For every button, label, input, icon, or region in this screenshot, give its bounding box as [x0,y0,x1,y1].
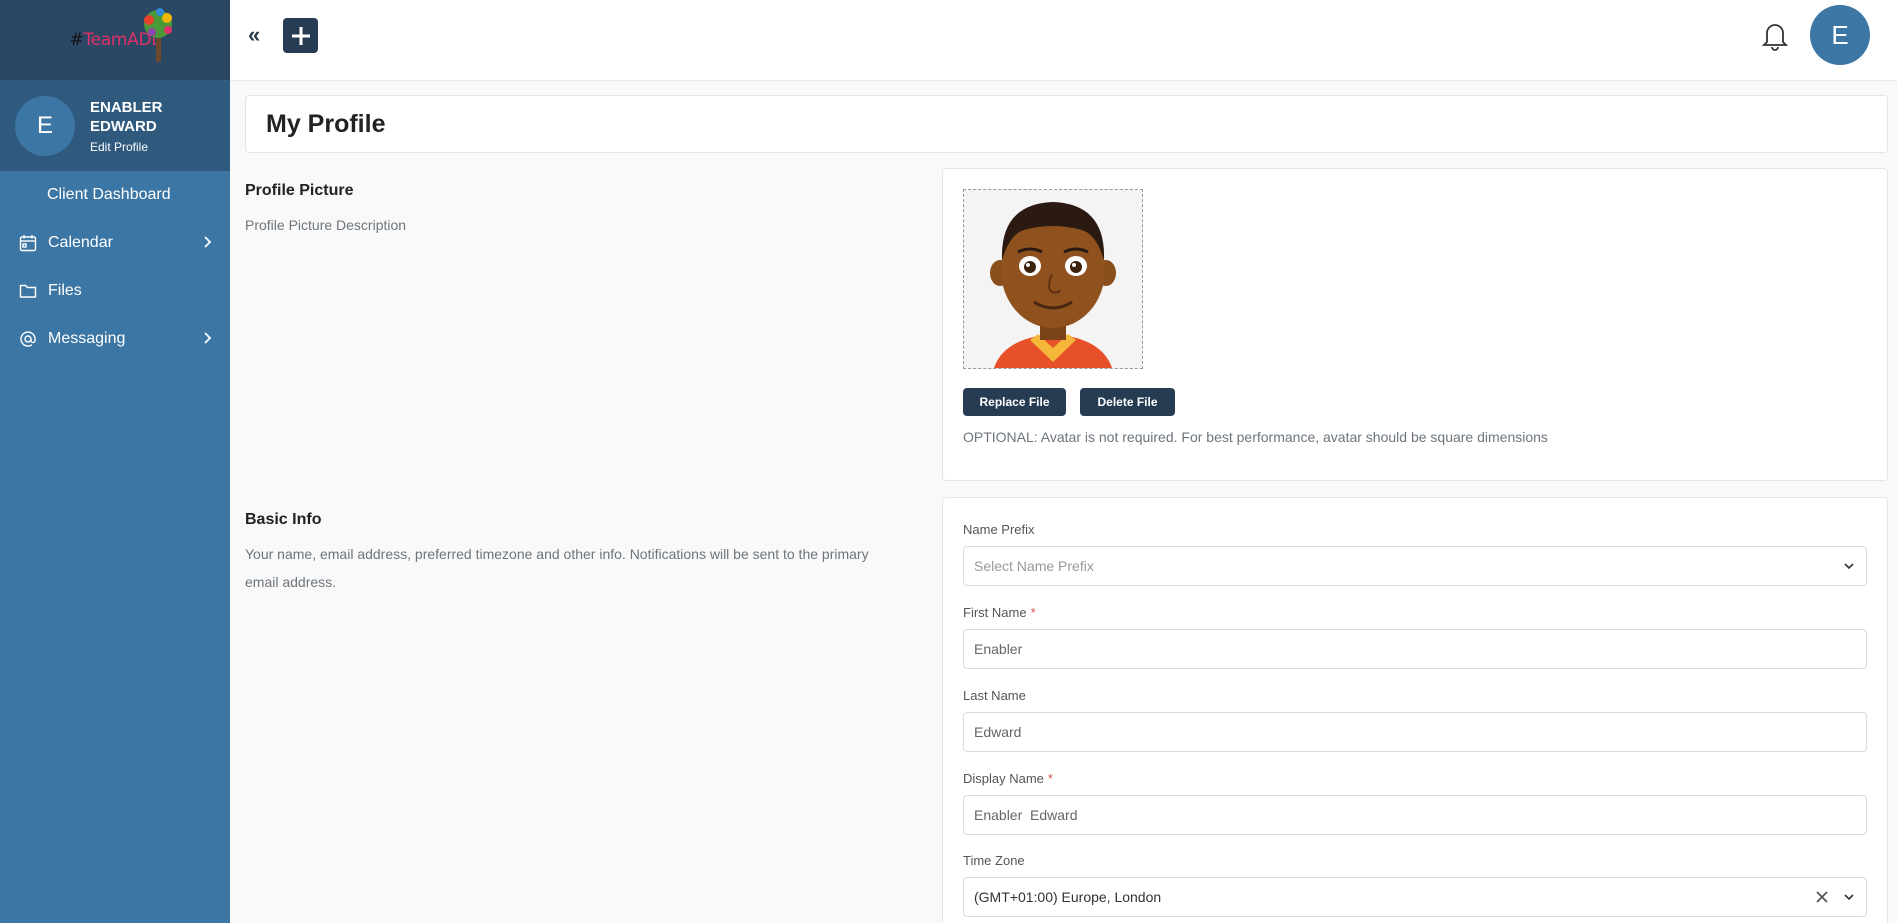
first-name-field[interactable]: Enabler [963,629,1867,669]
display-name-label: Display Name * [963,771,1053,786]
time-zone-select[interactable]: (GMT+01:00) Europe, London [963,877,1867,917]
sidebar-nav: Client Dashboard Calendar Files Messagin… [0,171,230,363]
profile-picture-description: Profile Picture Description [245,217,407,233]
sidebar-item-calendar[interactable]: Calendar [0,219,230,267]
avatar[interactable]: E [15,95,75,156]
chevron-right-icon [202,235,212,254]
folder-icon [18,281,38,301]
page-title-card: My Profile [245,95,1888,153]
basic-info-heading: Basic Info [245,511,322,528]
sidebar-item-files[interactable]: Files [0,267,230,315]
first-name-label: First Name * [963,605,1036,620]
notifications-button[interactable] [1760,20,1790,57]
sidebar-item-label: Files [48,282,82,299]
basic-info-description: Your name, email address, preferred time… [245,546,869,590]
display-name-field[interactable]: Enabler Edward [963,795,1867,835]
replace-file-button[interactable]: Replace File [963,388,1066,416]
bell-icon [1761,24,1789,51]
last-name-field[interactable]: Edward [963,712,1867,752]
collapse-sidebar-button[interactable]: « [248,22,260,48]
time-zone-label: Time Zone [963,853,1025,868]
basic-info-card: Name Prefix Select Name Prefix First Nam… [942,497,1888,923]
sidebar-item-label: Messaging [48,330,126,347]
required-marker: * [1030,605,1036,620]
name-prefix-label: Name Prefix [963,522,1035,537]
sidebar-item-label: Client Dashboard [47,186,171,203]
name-prefix-select[interactable]: Select Name Prefix [963,546,1867,586]
brand-logo[interactable]: #TeamADL [0,0,230,80]
plus-icon [291,26,310,45]
profile-picture-card: Replace File Delete File OPTIONAL: Avata… [942,168,1888,481]
profile-picture-heading: Profile Picture [245,182,354,199]
delete-file-button[interactable]: Delete File [1080,388,1175,416]
first-name-value: Enabler [974,641,1023,657]
user-avatar-button[interactable]: E [1810,5,1870,65]
name-prefix-placeholder: Select Name Prefix [974,558,1094,574]
sidebar-item-client-dashboard[interactable]: Client Dashboard [0,171,230,219]
at-icon [18,329,38,349]
calendar-icon [18,233,38,253]
display-name-value: Enabler Edward [974,807,1078,823]
chevron-down-icon [1842,890,1856,907]
time-zone-value: (GMT+01:00) Europe, London [974,889,1162,905]
required-marker: * [1047,771,1053,786]
page-title: My Profile [266,110,386,138]
chevron-down-icon [1842,559,1856,576]
last-name-value: Edward [974,724,1022,740]
add-button[interactable] [283,18,318,53]
edit-profile-link[interactable]: Edit Profile [90,140,180,154]
chevron-right-icon [202,331,212,350]
sidebar: #TeamADL E ENABLER EDWARD Edit Profile C… [0,0,230,923]
tree-logo-icon [144,8,172,62]
avatar-optional-note: OPTIONAL: Avatar is not required. For be… [963,429,1548,445]
last-name-label: Last Name [963,688,1026,703]
top-bar: « E [230,0,1897,81]
user-name: ENABLER EDWARD [90,98,163,135]
clear-icon[interactable] [1814,889,1830,908]
sidebar-item-messaging[interactable]: Messaging [0,315,230,363]
cartoon-avatar-image [964,190,1142,368]
sidebar-item-label: Calendar [48,234,113,251]
avatar-preview [963,189,1143,369]
user-profile-block: E ENABLER EDWARD Edit Profile [0,80,230,171]
